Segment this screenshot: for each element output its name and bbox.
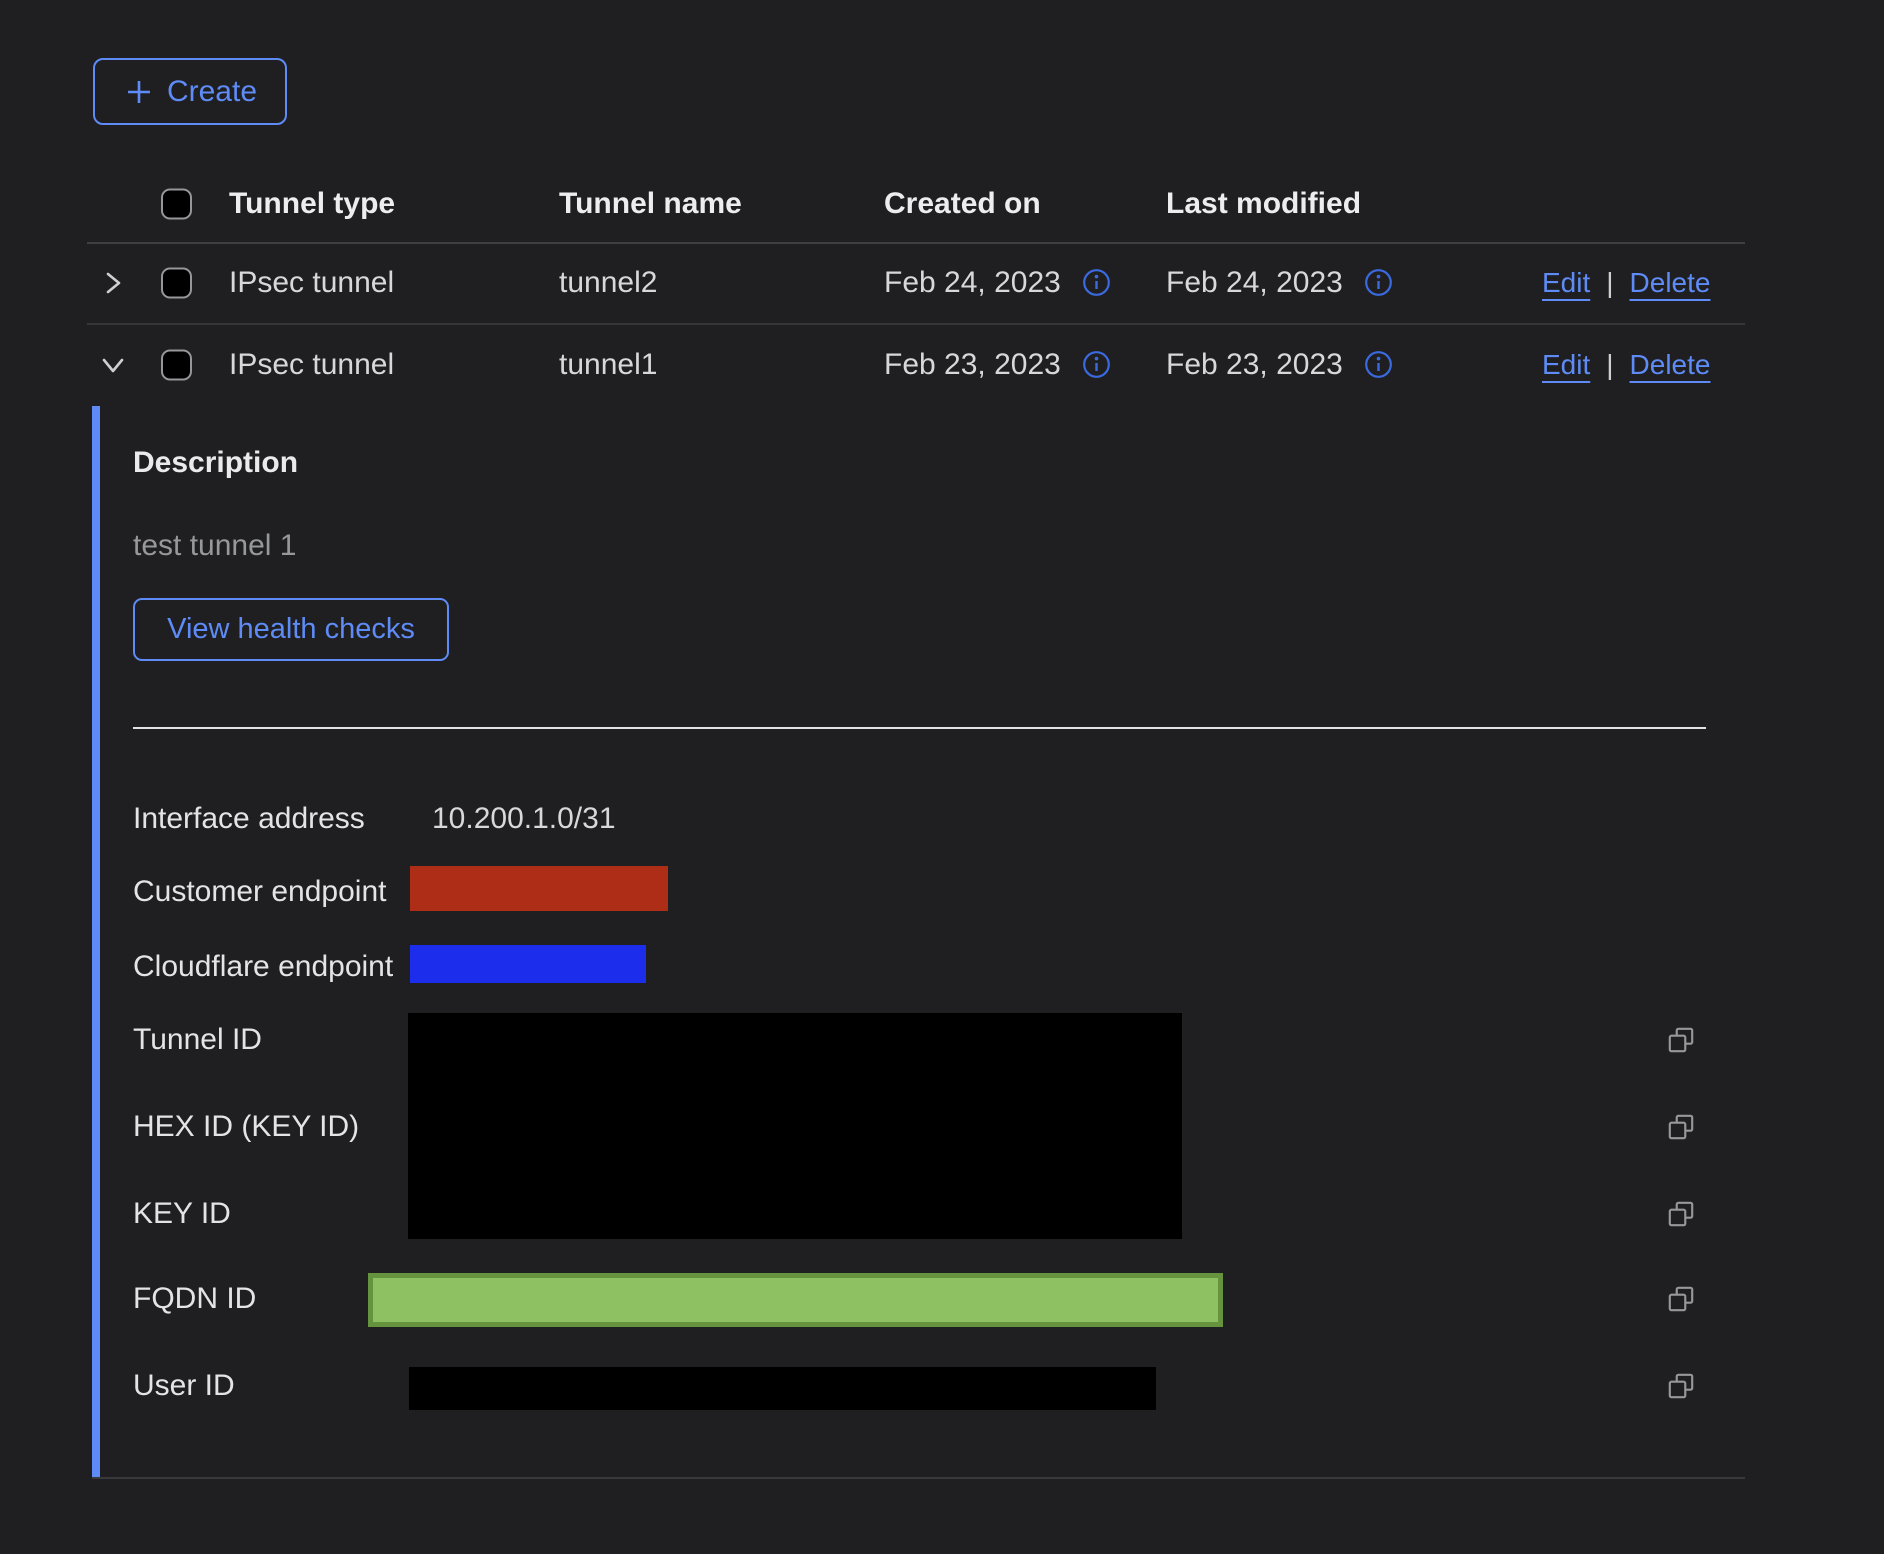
create-button-label: Create [167, 75, 257, 109]
last-modified-cell: Feb 24, 2023 [1166, 266, 1393, 300]
tunnel-type-cell: IPsec tunnel [229, 266, 394, 300]
description-value: test tunnel 1 [133, 529, 296, 563]
customer-endpoint-redacted-value [410, 866, 668, 911]
tunnel-name-cell: tunnel2 [559, 266, 657, 300]
copy-icon [1665, 1198, 1697, 1230]
table-header: Tunnel type Tunnel name Created on Last … [87, 165, 1745, 244]
interface-address-value: 10.200.1.0/31 [432, 803, 616, 834]
copy-icon [1665, 1283, 1697, 1315]
copy-tunnel-id-button[interactable] [1663, 1023, 1699, 1057]
copy-fqdn-id-button[interactable] [1663, 1282, 1699, 1316]
actions-separator: | [1606, 267, 1613, 299]
created-on-date: Feb 23, 2023 [884, 348, 1061, 382]
view-health-checks-button[interactable]: View health checks [133, 598, 449, 661]
table-row-tunnel2: IPsec tunnel tunnel2 Feb 24, 2023 Feb 24… [87, 242, 1745, 325]
actions-separator: | [1606, 349, 1613, 381]
panel-bottom-divider [92, 1477, 1745, 1479]
plus-icon [123, 76, 155, 108]
created-on-cell: Feb 23, 2023 [884, 348, 1111, 382]
copy-icon [1665, 1370, 1697, 1402]
table-row-tunnel1: IPsec tunnel tunnel1 Feb 23, 2023 Feb 23… [87, 323, 1745, 406]
tunnel-id-label: Tunnel ID [133, 1024, 262, 1055]
user-id-redacted-value [409, 1367, 1156, 1410]
info-icon[interactable] [1364, 268, 1393, 297]
info-icon[interactable] [1364, 350, 1393, 379]
tunnel-type-cell: IPsec tunnel [229, 348, 394, 382]
row-checkbox[interactable] [161, 267, 192, 298]
copy-icon [1665, 1111, 1697, 1143]
collapse-row-button[interactable] [95, 347, 131, 383]
delete-link[interactable]: Delete [1630, 267, 1711, 299]
customer-endpoint-label: Customer endpoint [133, 876, 386, 907]
edit-link[interactable]: Edit [1542, 349, 1590, 381]
copy-hex-id-button[interactable] [1663, 1110, 1699, 1144]
column-header-tunnel-name: Tunnel name [559, 187, 742, 221]
cloudflare-endpoint-redacted-value [410, 945, 646, 983]
delete-link[interactable]: Delete [1630, 349, 1711, 381]
column-header-tunnel-type: Tunnel type [229, 187, 395, 221]
edit-link[interactable]: Edit [1542, 267, 1590, 299]
created-on-date: Feb 24, 2023 [884, 266, 1061, 300]
create-button[interactable]: Create [93, 58, 287, 125]
tunnels-page: Create Tunnel type Tunnel name Created o… [0, 0, 1884, 1554]
copy-user-id-button[interactable] [1663, 1369, 1699, 1403]
expanded-row-accent-bar [92, 406, 100, 1478]
fqdn-id-redacted-value [368, 1273, 1223, 1327]
info-icon[interactable] [1082, 268, 1111, 297]
chevron-right-icon [98, 268, 128, 298]
description-label: Description [133, 446, 298, 480]
interface-address-label: Interface address [133, 803, 365, 834]
last-modified-date: Feb 23, 2023 [1166, 348, 1343, 382]
last-modified-cell: Feb 23, 2023 [1166, 348, 1393, 382]
detail-divider [133, 727, 1706, 729]
last-modified-date: Feb 24, 2023 [1166, 266, 1343, 300]
hex-id-label: HEX ID (KEY ID) [133, 1111, 359, 1142]
info-icon[interactable] [1082, 350, 1111, 379]
expand-row-button[interactable] [95, 265, 131, 301]
row-actions: Edit | Delete [1542, 349, 1710, 381]
row-checkbox[interactable] [161, 349, 192, 380]
cloudflare-endpoint-label: Cloudflare endpoint [133, 951, 393, 982]
fqdn-id-label: FQDN ID [133, 1283, 256, 1314]
select-all-checkbox[interactable] [161, 188, 192, 219]
user-id-label: User ID [133, 1370, 235, 1401]
created-on-cell: Feb 24, 2023 [884, 266, 1111, 300]
key-id-label: KEY ID [133, 1198, 231, 1229]
copy-icon [1665, 1024, 1697, 1056]
column-header-last-modified: Last modified [1166, 187, 1361, 221]
copy-key-id-button[interactable] [1663, 1197, 1699, 1231]
chevron-down-icon [98, 350, 128, 380]
column-header-created-on: Created on [884, 187, 1041, 221]
ids-redacted-value [408, 1013, 1182, 1239]
tunnel-name-cell: tunnel1 [559, 348, 657, 382]
row-actions: Edit | Delete [1542, 267, 1710, 299]
